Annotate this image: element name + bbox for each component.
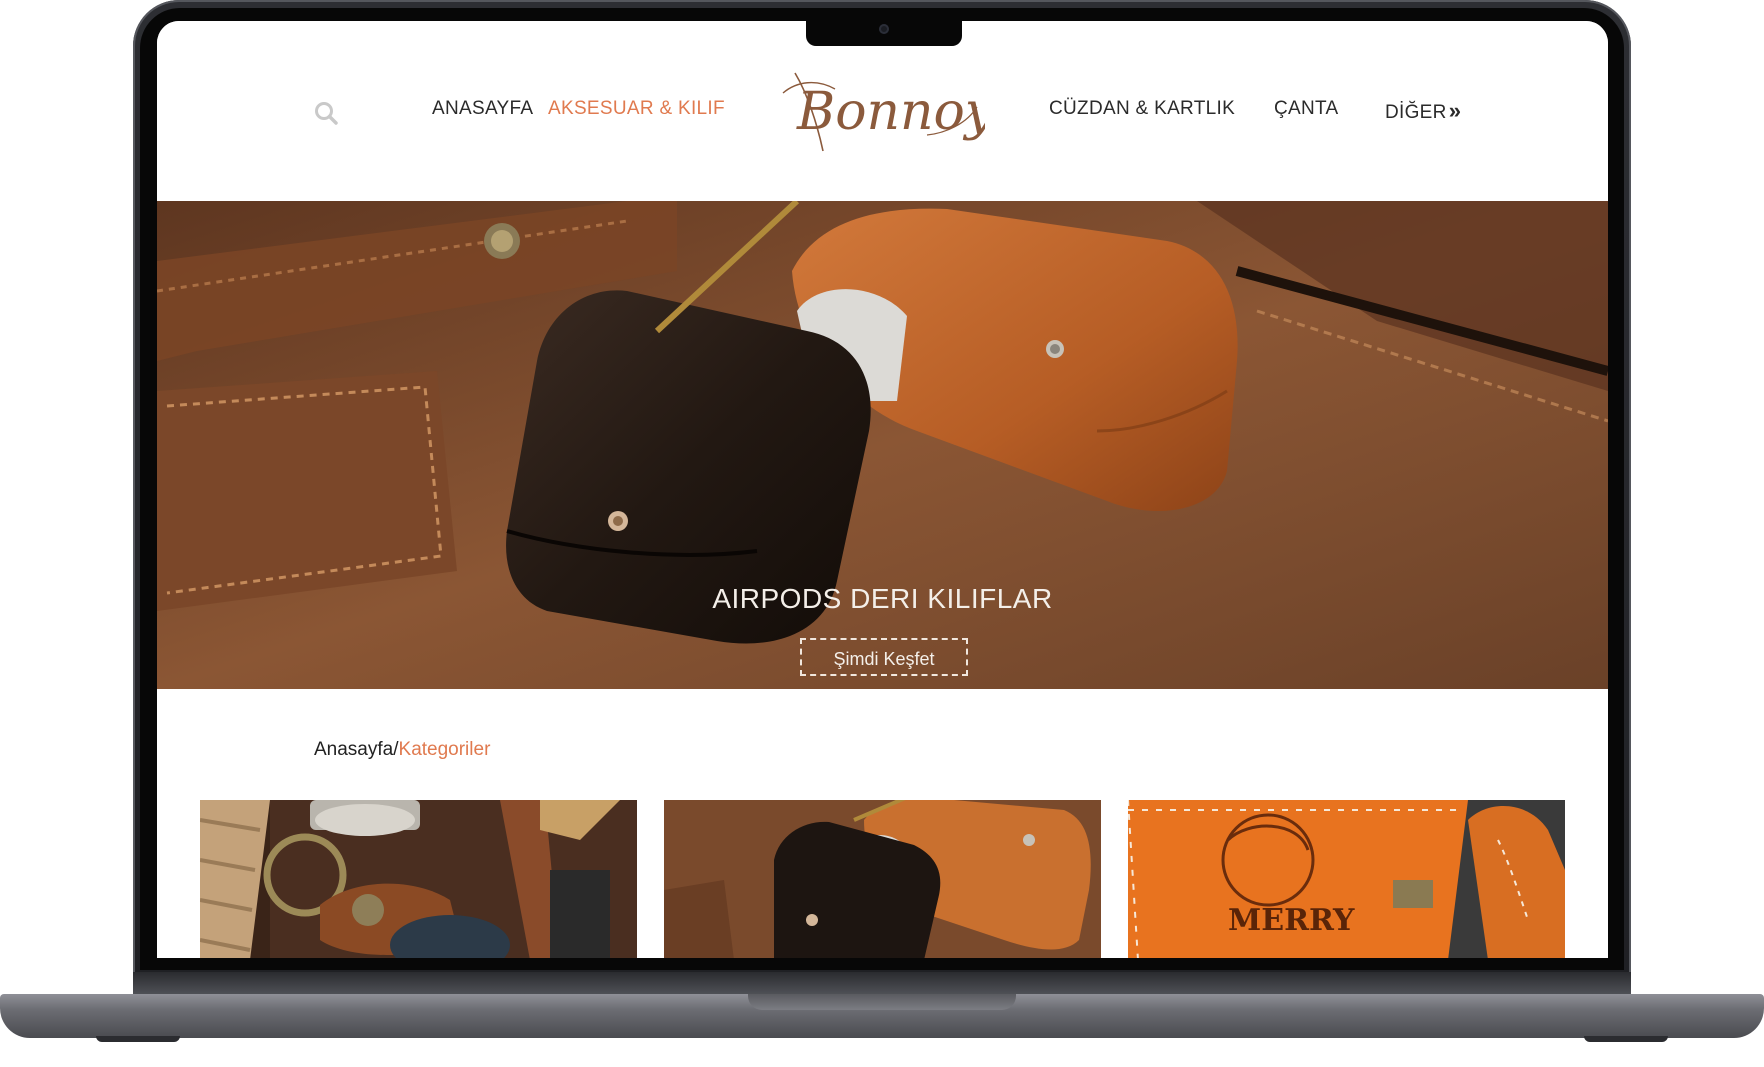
hero-title: AIRPODS DERI KILIFLAR: [712, 583, 1053, 614]
discover-now-button[interactable]: Şimdi Keşfet: [800, 638, 968, 676]
laptop-foot-right: [1584, 1036, 1668, 1042]
nav-home[interactable]: ANASAYFA: [432, 98, 533, 120]
nav-wallet[interactable]: CÜZDAN & KARTLIK: [1049, 98, 1235, 120]
brand-logo[interactable]: Bonnoy: [777, 63, 995, 158]
breadcrumb-home[interactable]: Anasayfa: [314, 739, 393, 760]
chevron-double-right-icon: »: [1448, 98, 1462, 123]
category-card-notebook[interactable]: MERRY: [1128, 800, 1565, 958]
search-icon[interactable]: [314, 101, 340, 127]
nav-accessories[interactable]: AKSESUAR & KILIF: [548, 98, 725, 120]
nav-bag[interactable]: ÇANTA: [1274, 98, 1338, 120]
svg-text:MERRY: MERRY: [1228, 903, 1355, 938]
airpods-image: [664, 800, 1101, 958]
notebook-image: MERRY: [1128, 800, 1565, 958]
nav-more[interactable]: DİĞER»: [1385, 98, 1461, 124]
logo-text: Bonnoy: [796, 82, 985, 142]
category-card-airpods[interactable]: [664, 800, 1101, 958]
site-header: ANASAYFA AKSESUAR & KILIF Bonnoy CÜZDAN …: [157, 21, 1608, 201]
hero-banner: AIRPODS DERI KILIFLAR Şimdi Keşfet: [157, 201, 1608, 689]
keychain-image: [200, 800, 637, 958]
camera-icon: [879, 24, 889, 34]
laptop-foot-left: [96, 1036, 180, 1042]
breadcrumb: Anasayfa/Kategoriler: [314, 739, 490, 761]
breadcrumb-current[interactable]: Kategoriler: [399, 739, 491, 760]
category-card-keychain[interactable]: [200, 800, 637, 958]
hero-image: [157, 201, 1608, 689]
nav-more-label: DİĞER: [1385, 102, 1447, 123]
laptop-trackpad-notch: [748, 994, 1016, 1010]
screen: ANASAYFA AKSESUAR & KILIF Bonnoy CÜZDAN …: [157, 21, 1608, 958]
